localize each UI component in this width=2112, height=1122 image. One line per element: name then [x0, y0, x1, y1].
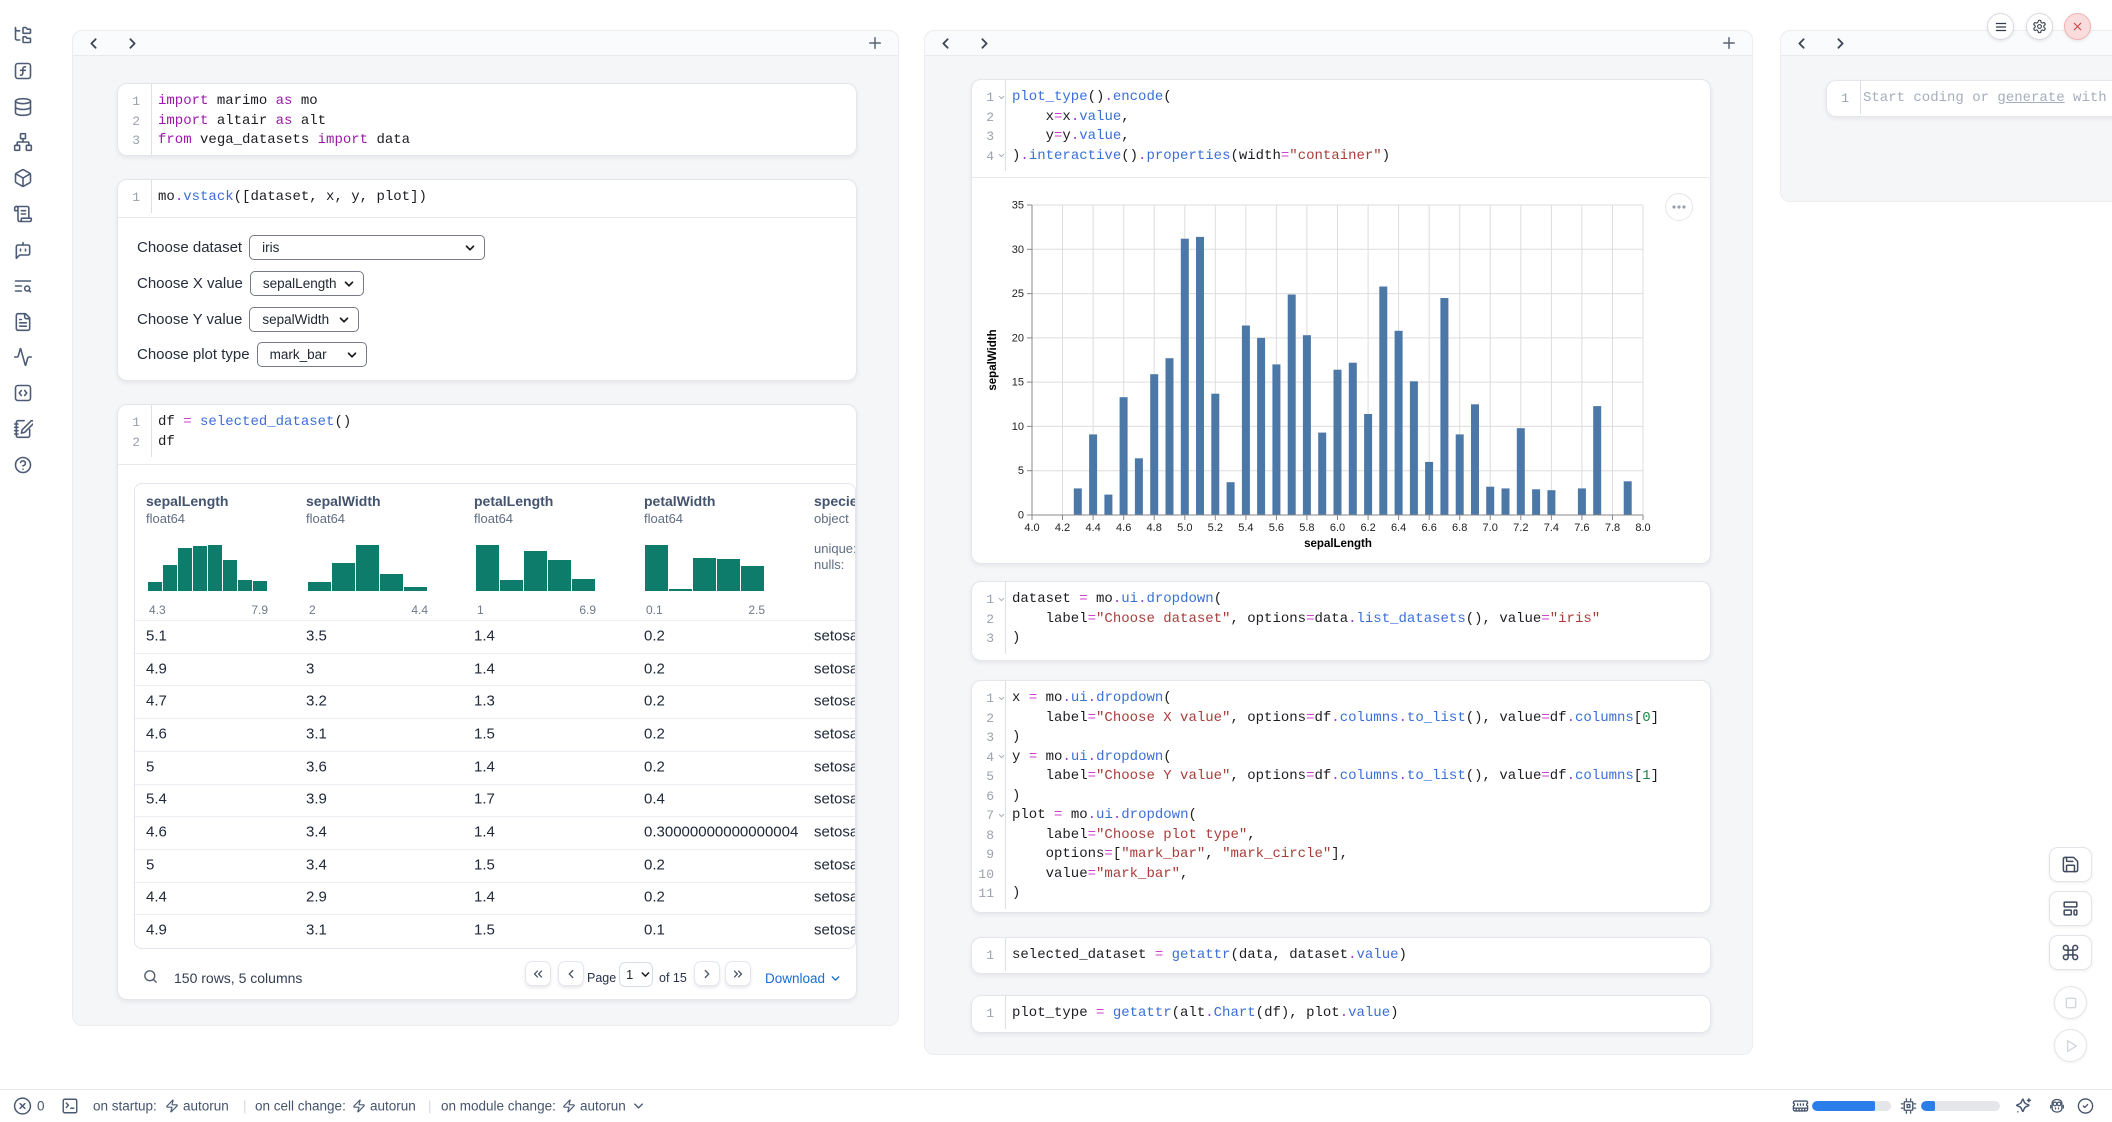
- svg-text:20: 20: [1012, 332, 1024, 344]
- svg-text:sepalLength: sepalLength: [1304, 538, 1372, 550]
- svg-text:8.0: 8.0: [1635, 522, 1650, 534]
- svg-text:30: 30: [1012, 244, 1024, 256]
- svg-text:6.4: 6.4: [1391, 522, 1406, 534]
- svg-text:7.6: 7.6: [1574, 522, 1589, 534]
- svg-text:4.8: 4.8: [1147, 522, 1162, 534]
- svg-text:7.8: 7.8: [1605, 522, 1620, 534]
- svg-text:5.6: 5.6: [1269, 522, 1284, 534]
- svg-text:15: 15: [1012, 377, 1024, 389]
- svg-text:6.0: 6.0: [1330, 522, 1345, 534]
- svg-text:sepalWidth: sepalWidth: [987, 329, 999, 390]
- svg-text:35: 35: [1012, 200, 1024, 212]
- svg-text:25: 25: [1012, 288, 1024, 300]
- svg-text:6.2: 6.2: [1360, 522, 1375, 534]
- svg-text:5.0: 5.0: [1177, 522, 1192, 534]
- svg-text:4.0: 4.0: [1024, 522, 1039, 534]
- svg-text:6.8: 6.8: [1452, 522, 1467, 534]
- svg-text:4.6: 4.6: [1116, 522, 1131, 534]
- svg-text:7.4: 7.4: [1544, 522, 1559, 534]
- svg-text:5.8: 5.8: [1299, 522, 1314, 534]
- svg-text:4.2: 4.2: [1055, 522, 1070, 534]
- svg-text:5: 5: [1018, 465, 1024, 477]
- svg-text:6.6: 6.6: [1422, 522, 1437, 534]
- svg-text:5.2: 5.2: [1208, 522, 1223, 534]
- svg-text:5.4: 5.4: [1238, 522, 1253, 534]
- svg-text:0: 0: [1018, 510, 1024, 522]
- svg-text:4.4: 4.4: [1085, 522, 1100, 534]
- svg-text:7.2: 7.2: [1513, 522, 1528, 534]
- svg-text:7.0: 7.0: [1483, 522, 1498, 534]
- svg-text:10: 10: [1012, 421, 1024, 433]
